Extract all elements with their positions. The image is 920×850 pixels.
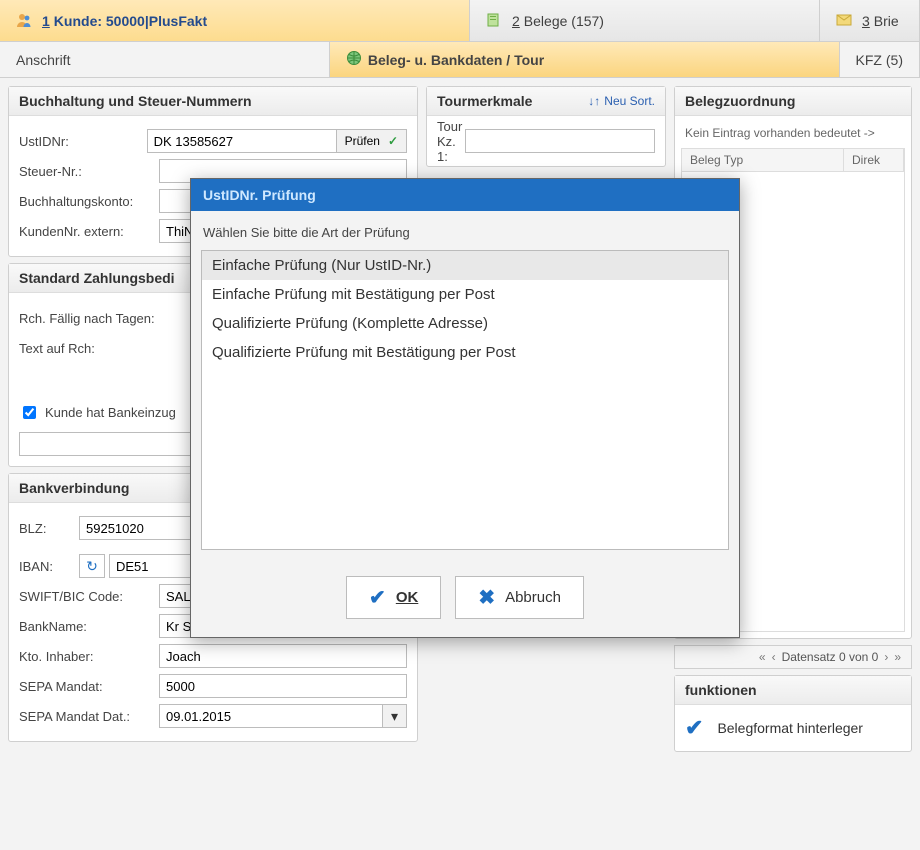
dialog-option-2[interactable]: Qualifizierte Prüfung (Komplette Adresse… [202, 309, 728, 338]
assign-col-type[interactable]: Beleg Typ [682, 149, 844, 171]
tour-header: Tourmerkmale [437, 93, 532, 109]
check-icon: ✔ [685, 715, 703, 741]
assign-hint: Kein Eintrag vorhanden bedeutet -> [681, 122, 905, 148]
dialog-option-1[interactable]: Einfache Prüfung mit Bestätigung per Pos… [202, 280, 728, 309]
holder-input[interactable] [159, 644, 407, 668]
tour-kz1-label: Tour Kz. 1: [437, 119, 465, 164]
globe-icon [346, 50, 362, 69]
ustid-check-button[interactable]: Prüfen [336, 129, 407, 153]
dialog-cancel-label: Abbruch [505, 589, 561, 606]
pager-last[interactable]: » [894, 650, 901, 664]
top-tab-kunde-mn: 1 [42, 13, 50, 29]
top-tab-belege-mn: 2 [512, 13, 520, 29]
pager-prev[interactable]: ‹ [772, 650, 776, 664]
sub-tab-anschrift[interactable]: Anschrift [0, 42, 330, 77]
top-tab-brief-mn: 3 [862, 13, 870, 29]
top-tab-kunde-label: Kunde: 50000|PlusFakt [54, 13, 207, 29]
top-tab-belege[interactable]: 2 Belege (157) [470, 0, 820, 41]
ledger-label: Buchhaltungskonto: [19, 194, 159, 209]
blz-label: BLZ: [19, 521, 79, 536]
check-icon: ✔ [369, 585, 386, 610]
holder-label: Kto. Inhaber: [19, 649, 159, 664]
pager-status: Datensatz 0 von 0 [782, 650, 879, 664]
iban-label: IBAN: [19, 559, 79, 574]
due-label: Rch. Fällig nach Tagen: [19, 311, 179, 326]
assign-pager: « ‹ Datensatz 0 von 0 › » [674, 645, 912, 669]
link-icon: ↻ [86, 558, 98, 575]
chevron-down-icon: ▾ [391, 708, 398, 725]
sort-icon: ↓↑ [588, 94, 600, 108]
einzug-label: Kunde hat Bankeinzug [45, 405, 176, 420]
ustid-input[interactable] [147, 129, 337, 153]
tour-sort-button[interactable]: ↓↑ Neu Sort. [588, 94, 655, 108]
sub-tab-belegbank[interactable]: Beleg- u. Bankdaten / Tour [330, 42, 840, 77]
bic-label: SWIFT/BIC Code: [19, 589, 159, 604]
close-icon: ✖ [478, 585, 495, 610]
tour-kz1-input[interactable] [465, 129, 655, 153]
tour-panel: Tourmerkmale ↓↑ Neu Sort. Tour Kz. 1: [426, 86, 666, 167]
top-tab-kunde[interactable]: 1 Kunde: 50000|PlusFakt [0, 0, 470, 41]
sub-tab-bar: Anschrift Beleg- u. Bankdaten / Tour KFZ… [0, 42, 920, 78]
pager-next[interactable]: › [884, 650, 888, 664]
ustid-label: UstIDNr: [19, 134, 147, 149]
ustid-check-label: Prüfen [345, 134, 380, 148]
mandat-label: SEPA Mandat: [19, 679, 159, 694]
mandatdate-label: SEPA Mandat Dat.: [19, 709, 159, 724]
dialog-ok-label: OK [396, 589, 419, 606]
pager-first[interactable]: « [759, 650, 766, 664]
tour-sort-label: Neu Sort. [604, 94, 655, 108]
dialog-title: UstIDNr. Prüfung [191, 179, 739, 211]
einzug-checkbox[interactable] [23, 406, 36, 419]
top-tab-brief[interactable]: 3 Brie [820, 0, 920, 41]
ustid-check-dialog: UstIDNr. Prüfung Wählen Sie bitte die Ar… [190, 178, 740, 638]
mandatdate-input[interactable] [159, 704, 383, 728]
mandat-input[interactable] [159, 674, 407, 698]
assign-table-header: Beleg Typ Direk [681, 148, 905, 172]
functions-panel: funktionen ✔ Belegformat hinterleger [674, 675, 912, 752]
top-tab-bar: 1 Kunde: 50000|PlusFakt 2 Belege (157) 3… [0, 0, 920, 42]
content-area: Buchhaltung und Steuer-Nummern UstIDNr: … [0, 78, 920, 850]
dialog-option-3[interactable]: Qualifizierte Prüfung mit Bestätigung pe… [202, 338, 728, 367]
assign-col-direct[interactable]: Direk [844, 149, 904, 171]
text-on-invoice-label: Text auf Rch: [19, 341, 179, 356]
bankname-label: BankName: [19, 619, 159, 634]
customer-icon [16, 12, 34, 30]
documents-icon [486, 12, 504, 30]
taxnr-label: Steuer-Nr.: [19, 164, 159, 179]
iban-convert-button[interactable]: ↻ [79, 554, 105, 578]
sub-tab-kfz[interactable]: KFZ (5) [840, 42, 920, 77]
dialog-ok-button[interactable]: ✔ OK [346, 576, 441, 619]
dialog-instruction: Wählen Sie bitte die Art der Prüfung [191, 211, 739, 250]
assign-header: Belegzuordnung [675, 87, 911, 116]
mandatdate-dropdown[interactable]: ▾ [383, 704, 407, 728]
dialog-cancel-button[interactable]: ✖ Abbruch [455, 576, 584, 619]
top-tab-brief-label: Brie [874, 13, 899, 29]
function-format-button[interactable]: Belegformat hinterleger [717, 720, 863, 736]
top-tab-belege-label: Belege (157) [524, 13, 604, 29]
dialog-option-0[interactable]: Einfache Prüfung (Nur UstID-Nr.) [202, 251, 728, 280]
functions-header: funktionen [675, 676, 911, 705]
extcust-label: KundenNr. extern: [19, 224, 159, 239]
mail-icon [836, 12, 854, 30]
accounting-header: Buchhaltung und Steuer-Nummern [9, 87, 417, 116]
dialog-option-list: Einfache Prüfung (Nur UstID-Nr.) Einfach… [201, 250, 729, 550]
sub-tab-belegbank-label: Beleg- u. Bankdaten / Tour [368, 52, 544, 68]
